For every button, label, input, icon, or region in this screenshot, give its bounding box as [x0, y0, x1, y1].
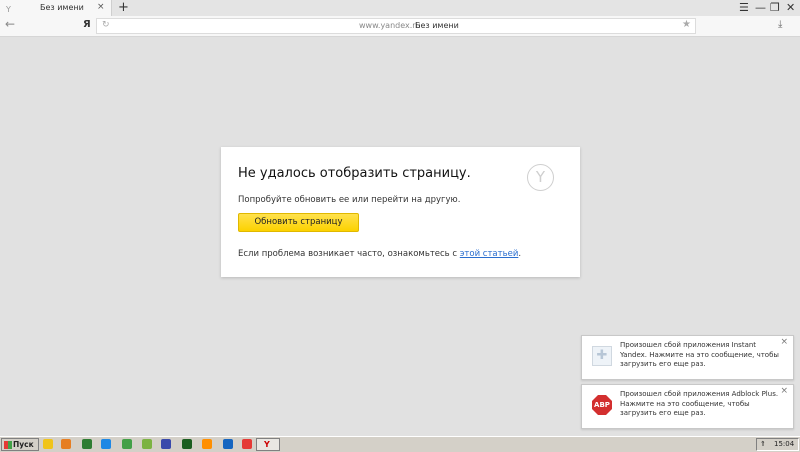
quick-launch-app-icon[interactable]: [161, 439, 171, 449]
error-title: Не удалось отобразить страницу.: [238, 166, 471, 181]
quick-launch-app-icon[interactable]: [61, 439, 71, 449]
quick-launch-app-icon[interactable]: [202, 439, 212, 449]
address-page-title: Без имени: [415, 21, 459, 30]
quick-launch-app-icon[interactable]: [101, 439, 111, 449]
menu-icon[interactable]: ☰: [739, 1, 749, 15]
tab-close-icon[interactable]: ×: [97, 2, 105, 12]
clock: 15:04: [774, 440, 795, 448]
yandex-logo-icon: Y: [527, 164, 554, 191]
notification-instant-yandex[interactable]: ✚ Произошел сбой приложения Instant Yand…: [581, 335, 794, 380]
quick-launch-app-icon[interactable]: [242, 439, 252, 449]
quick-launch-app-icon[interactable]: [223, 439, 233, 449]
restore-button[interactable]: ❐: [770, 1, 780, 15]
taskbar: Пуск Y ⇑ 15:04: [0, 436, 800, 452]
tab-title: Без имени: [40, 3, 84, 12]
start-label: Пуск: [13, 440, 34, 449]
url-text: www.yandex.ru: [359, 21, 421, 30]
yandex-favicon-icon: Y: [6, 5, 11, 14]
new-tab-button[interactable]: +: [118, 0, 129, 16]
bookmark-star-icon[interactable]: ★: [682, 19, 691, 30]
adblock-icon: ABP: [592, 395, 612, 415]
error-footer: Если проблема возникает часто, ознакомьт…: [238, 249, 521, 259]
error-hint: Попробуйте обновить ее или перейти на др…: [238, 195, 461, 205]
back-arrow-icon[interactable]: ←: [5, 17, 15, 31]
quick-launch-app-icon[interactable]: [43, 439, 53, 449]
reload-page-button[interactable]: Обновить страницу: [238, 213, 359, 232]
tab-bar: Y Без имени × + ☰ — ❐ ✕: [0, 0, 800, 16]
quick-launch-app-icon[interactable]: [122, 439, 132, 449]
notification-text: Произошел сбой приложения Instant Yandex…: [620, 341, 779, 368]
notification-close-icon[interactable]: ×: [780, 337, 788, 347]
notification-adblock-plus[interactable]: ABP Произошел сбой приложения Adblock Pl…: [581, 384, 794, 429]
quick-launch-app-icon[interactable]: [182, 439, 192, 449]
minimize-button[interactable]: —: [755, 1, 766, 15]
footer-period: .: [518, 249, 522, 259]
windows-flag-icon: [4, 441, 12, 449]
help-article-link[interactable]: этой статьей: [460, 249, 519, 259]
address-bar[interactable]: ↻ www.yandex.ru Без имени ★: [96, 18, 696, 34]
yandex-browser-icon: Y: [264, 440, 270, 449]
quick-launch-app-icon[interactable]: [82, 439, 92, 449]
reload-icon[interactable]: ↻: [102, 20, 110, 30]
close-window-button[interactable]: ✕: [786, 1, 795, 15]
error-card: Не удалось отобразить страницу. Y Попроб…: [221, 147, 580, 277]
quick-launch-app-icon[interactable]: [142, 439, 152, 449]
navigation-bar: ← Я ↻ www.yandex.ru Без имени ★ ⤓: [0, 16, 800, 37]
tab-untitled[interactable]: Y Без имени ×: [0, 0, 112, 16]
notification-close-icon[interactable]: ×: [780, 386, 788, 396]
tray-arrow-icon[interactable]: ⇑: [760, 439, 766, 450]
footer-text: Если проблема возникает часто, ознакомьт…: [238, 249, 460, 259]
yandex-button[interactable]: Я: [83, 19, 91, 30]
taskbar-yandex-browser[interactable]: Y: [256, 438, 280, 451]
start-button[interactable]: Пуск: [1, 438, 39, 451]
downloads-icon[interactable]: ⤓: [778, 19, 782, 30]
system-tray: ⇑ 15:04: [756, 438, 799, 451]
puzzle-icon: ✚: [592, 346, 612, 366]
notification-text: Произошел сбой приложения Adblock Plus. …: [620, 390, 779, 417]
